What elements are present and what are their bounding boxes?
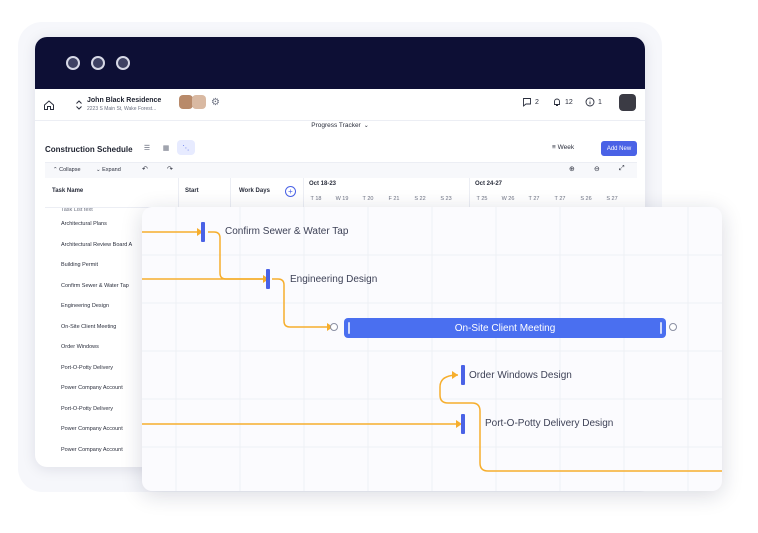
comments-count: 2 bbox=[535, 98, 539, 106]
bell-icon bbox=[554, 98, 560, 106]
day-label: F 21 bbox=[388, 196, 400, 202]
week-label: Week bbox=[557, 144, 575, 151]
milestone-marker[interactable] bbox=[201, 222, 205, 242]
milestone-marker[interactable] bbox=[461, 365, 465, 385]
info-count: 1 bbox=[598, 98, 602, 106]
column-task-name[interactable]: Task Name bbox=[52, 188, 83, 194]
gantt-view-icon[interactable]: ⋱ bbox=[177, 140, 195, 155]
day-label: W 26 bbox=[501, 196, 515, 202]
progress-tracker-dropdown[interactable]: Progress Tracker ⌄ bbox=[35, 122, 645, 129]
day-label: T 27 bbox=[554, 196, 566, 202]
info-icon bbox=[585, 97, 595, 107]
gantt-label-engineering: Engineering Design bbox=[290, 274, 378, 285]
gantt-label-order-windows: Order Windows Design bbox=[469, 370, 572, 381]
notifications-count: 12 bbox=[565, 98, 573, 106]
collapse-button[interactable]: ⌃ Collapse bbox=[53, 167, 81, 173]
day-label: S 27 bbox=[606, 196, 618, 202]
day-label: W 19 bbox=[335, 196, 349, 202]
gantt-toolbar: ⌃ Collapse ⌄ Expand ↶ ↷ ⊕ ⊖ ⤢ bbox=[45, 162, 637, 178]
project-switch-icon[interactable] bbox=[75, 99, 83, 111]
notifications-button[interactable]: 12 bbox=[552, 97, 573, 107]
link-handle-left[interactable] bbox=[330, 323, 338, 331]
gantt-zoom-panel: Confirm Sewer & Water Tap Engineering De… bbox=[142, 207, 722, 491]
day-label: T 20 bbox=[362, 196, 374, 202]
comments-button[interactable]: 2 bbox=[522, 97, 539, 107]
expand-button[interactable]: ⌄ Expand bbox=[96, 167, 121, 173]
gear-icon[interactable]: ⚙ bbox=[211, 97, 220, 108]
window-dot-1[interactable] bbox=[66, 56, 80, 70]
resize-handle-right[interactable] bbox=[660, 322, 662, 334]
window-dot-2[interactable] bbox=[91, 56, 105, 70]
resize-handle-left[interactable] bbox=[348, 322, 350, 334]
app-header: John Black Residence 2223 S Main St, Wak… bbox=[35, 89, 645, 121]
column-divider bbox=[178, 178, 179, 208]
project-address: 2223 S Main St, Wake Forest... bbox=[87, 106, 157, 112]
milestone-marker[interactable] bbox=[266, 269, 270, 289]
fullscreen-icon[interactable]: ⤢ bbox=[619, 165, 625, 173]
add-new-button[interactable]: Add New bbox=[601, 141, 637, 156]
window-dot-3[interactable] bbox=[116, 56, 130, 70]
day-label: S 22 bbox=[414, 196, 426, 202]
expand-label: Expand bbox=[102, 167, 121, 173]
day-label: T 27 bbox=[528, 196, 540, 202]
day-label: S 26 bbox=[580, 196, 592, 202]
progress-tracker-label: Progress Tracker bbox=[311, 122, 361, 129]
week-label: Oct 24-27 bbox=[475, 181, 503, 187]
page-title: Construction Schedule bbox=[45, 145, 133, 154]
chevron-down-icon: ⌄ bbox=[363, 123, 369, 129]
week-filter-button[interactable]: ≡ Week bbox=[552, 144, 574, 151]
column-work-days[interactable]: Work Days bbox=[239, 188, 270, 194]
add-column-icon[interactable]: + bbox=[285, 186, 296, 197]
gantt-canvas bbox=[142, 207, 722, 491]
title-bar bbox=[35, 37, 645, 89]
week-label: Oct 18-23 bbox=[309, 181, 337, 187]
undo-icon[interactable]: ↶ bbox=[142, 165, 148, 173]
task-bar-label: On-Site Client Meeting bbox=[454, 322, 556, 334]
day-label: S 23 bbox=[440, 196, 452, 202]
milestone-marker[interactable] bbox=[461, 414, 465, 434]
day-label: T 18 bbox=[310, 196, 322, 202]
column-start[interactable]: Start bbox=[185, 188, 199, 194]
list-view-icon[interactable]: ☰ bbox=[138, 140, 156, 155]
avatar[interactable] bbox=[179, 95, 193, 109]
gantt-label-port-o-potty: Port-O-Potty Delivery Design bbox=[485, 418, 614, 429]
task-bar-onsite-meeting[interactable]: On-Site Client Meeting bbox=[344, 318, 666, 338]
collapse-label: Collapse bbox=[59, 167, 81, 173]
comment-icon bbox=[523, 98, 531, 107]
redo-icon[interactable]: ↷ bbox=[167, 165, 173, 173]
link-handle-right[interactable] bbox=[669, 323, 677, 331]
grid-header: Task Name Start Work Days + Oct 18-23 Oc… bbox=[45, 178, 637, 208]
info-button[interactable]: 1 bbox=[585, 97, 602, 107]
column-divider bbox=[230, 178, 231, 208]
day-label: T 25 bbox=[476, 196, 488, 202]
week-divider bbox=[469, 178, 470, 208]
grid-view-icon[interactable]: ▦ bbox=[157, 140, 175, 155]
user-avatar[interactable] bbox=[619, 94, 636, 111]
gantt-label-confirm-sewer: Confirm Sewer & Water Tap bbox=[225, 226, 349, 237]
zoom-in-icon[interactable]: ⊕ bbox=[569, 165, 575, 173]
project-name[interactable]: John Black Residence bbox=[87, 97, 161, 104]
column-divider bbox=[303, 178, 304, 208]
avatar[interactable] bbox=[192, 95, 206, 109]
zoom-out-icon[interactable]: ⊖ bbox=[594, 165, 600, 173]
home-icon[interactable] bbox=[43, 99, 55, 111]
